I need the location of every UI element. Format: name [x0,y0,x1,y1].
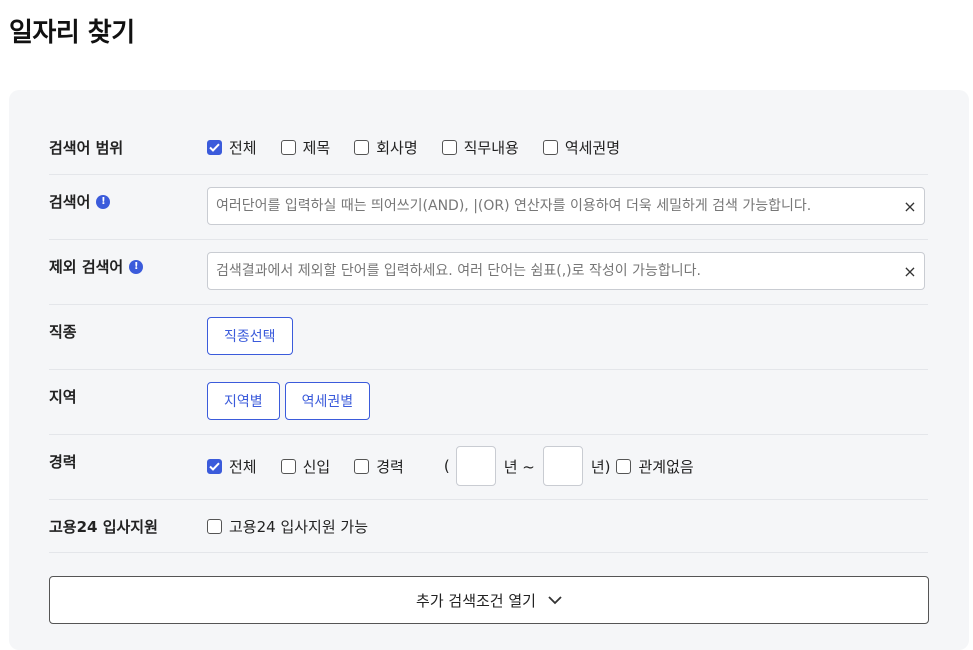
scope-checkbox-station[interactable]: 역세권명 [542,137,621,158]
exclude-input-wrap: × [207,252,925,290]
region-controls: 지역별 역세권별 [207,382,375,420]
job-type-label: 직종 [49,323,77,341]
exclude-keyword-label: 제외 검색어 ! [49,256,144,277]
page-title: 일자리 찾기 [9,18,135,48]
career-to-year-input[interactable] [542,446,583,486]
checkbox-icon[interactable] [542,140,558,155]
job-type-row: 직종 직종선택 [49,305,928,370]
search-scope-row: 검색어 범위 전체 제목 회사명 직무내용 역세권명 [49,110,928,175]
region-label: 지역 [49,388,77,406]
scope-checkbox-title[interactable]: 제목 [280,137,331,158]
scope-title-label: 제목 [302,139,331,157]
scope-company-label: 회사명 [376,139,418,157]
employment24-row: 고용24 입사지원 고용24 입사지원 가능 [49,500,928,553]
checkbox-icon[interactable] [280,140,296,155]
scope-all-label: 전체 [229,139,257,157]
career-controls: 전체 신입 경력 ( 년 ~ 년) 관계없음 [207,446,718,486]
info-icon[interactable]: ! [96,194,111,209]
more-search-label: 추가 검색조건 열기 [416,591,536,610]
career-no-matter-label: 관계없음 [638,457,694,476]
checkbox-icon[interactable] [354,140,370,155]
exclude-keyword-field: × [207,252,925,290]
checkbox-icon[interactable] [441,140,457,155]
career-from-year-input[interactable] [455,446,496,486]
search-scope-options: 전체 제목 회사명 직무내용 역세권명 [207,137,644,158]
search-scope-label: 검색어 범위 [49,139,124,157]
checkbox-icon[interactable] [280,458,296,474]
checkbox-icon[interactable] [354,458,370,474]
region-button[interactable]: 지역별 [207,382,280,420]
scope-station-label: 역세권명 [564,139,621,157]
employment24-controls: 고용24 입사지원 가능 [207,516,392,537]
exclude-keyword-input[interactable] [208,263,896,279]
career-checkbox-experienced[interactable]: 경력 [354,456,404,477]
scope-checkbox-company[interactable]: 회사명 [354,137,418,158]
career-from-unit: 년 ~ [503,457,535,476]
employment24-label: 고용24 입사지원 [49,518,158,536]
career-experienced-label: 경력 [376,457,404,476]
career-checkbox-new[interactable]: 신입 [280,456,331,477]
career-checkbox-no-matter[interactable]: 관계없음 [616,456,694,477]
keyword-input[interactable] [208,198,896,214]
keyword-row: 검색어 ! × [49,175,928,240]
info-icon[interactable]: ! [129,259,144,274]
checkbox-icon[interactable] [616,458,632,474]
job-type-controls: 직종선택 [207,317,298,355]
scope-checkbox-duty[interactable]: 직무내용 [441,137,519,158]
scope-checkbox-all[interactable]: 전체 [207,137,257,158]
chevron-down-icon [548,591,562,609]
checkbox-checked-icon[interactable] [207,140,222,155]
keyword-input-wrap: × [207,187,925,225]
more-search-conditions-button[interactable]: 추가 검색조건 열기 [49,576,929,624]
career-checkbox-all[interactable]: 전체 [207,456,257,477]
exclude-keyword-row: 제외 검색어 ! × [49,240,928,305]
career-label: 경력 [49,453,77,471]
station-area-button[interactable]: 역세권별 [284,382,371,420]
checkbox-checked-icon[interactable] [207,458,222,474]
clear-icon[interactable]: × [896,253,924,289]
employment24-option-label: 고용24 입사지원 가능 [229,518,369,536]
checkbox-icon[interactable] [207,519,222,534]
career-open-paren: ( [443,457,450,475]
search-panel: 검색어 범위 전체 제목 회사명 직무내용 역세권명 검색어 ! 여러단어를 입… [9,90,969,650]
keyword-label: 검색어 ! [49,191,111,212]
region-row: 지역 지역별 역세권별 [49,370,928,435]
keyword-field: × [207,187,925,225]
clear-icon[interactable]: × [896,188,924,224]
career-row: 경력 전체 신입 경력 ( 년 ~ 년) 관계없음 [49,435,928,500]
job-type-select-button[interactable]: 직종선택 [207,317,293,355]
employment24-checkbox[interactable]: 고용24 입사지원 가능 [207,516,368,537]
career-new-label: 신입 [302,457,331,476]
scope-duty-label: 직무내용 [463,139,519,157]
career-all-label: 전체 [229,457,257,476]
career-to-unit: 년) [590,457,611,476]
